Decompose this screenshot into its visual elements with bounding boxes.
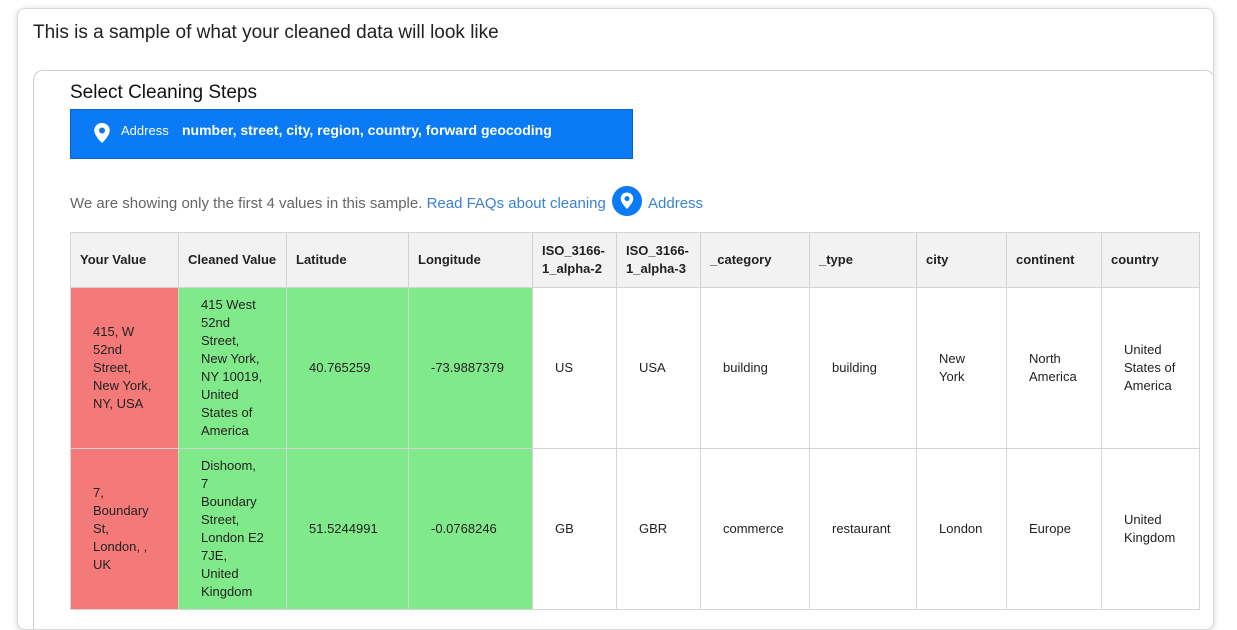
- table-cell: 40.765259: [286, 287, 409, 449]
- column-header: _type: [809, 232, 917, 288]
- table-cell: London: [916, 448, 1007, 610]
- original-value-cell: 7, Boundary St, London, , UK: [70, 448, 179, 610]
- column-header: _category: [700, 232, 810, 288]
- column-header: Longitude: [408, 232, 533, 288]
- column-header: Cleaned Value: [178, 232, 287, 288]
- column-header: country: [1101, 232, 1200, 288]
- cleaning-steps-title: Select Cleaning Steps: [70, 82, 257, 103]
- map-pin-icon: [94, 123, 110, 143]
- cleaned-value-cell: Dishoom, 7 Boundary Street, London E2 7J…: [178, 448, 287, 610]
- table-cell: United States of America: [1101, 287, 1200, 449]
- table-cell: United Kingdom: [1101, 448, 1200, 610]
- table-cell: -73.9887379: [408, 287, 533, 449]
- table-cell: US: [532, 287, 617, 449]
- faq-link[interactable]: Read FAQs about cleaning: [427, 195, 606, 212]
- column-header: Your Value: [70, 232, 179, 288]
- table-cell: -0.0768246: [408, 448, 533, 610]
- sample-table: Your Value Cleaned Value Latitude Longit…: [70, 232, 1200, 610]
- original-value-cell: 415, W 52nd Street, New York, NY, USA: [70, 287, 179, 449]
- table-cell: USA: [616, 287, 701, 449]
- table-cell: 51.5244991: [286, 448, 409, 610]
- table-header-row: Your Value Cleaned Value Latitude Longit…: [70, 232, 1200, 288]
- table-cell: Europe: [1006, 448, 1102, 610]
- table-cell: GBR: [616, 448, 701, 610]
- table-cell: building: [809, 287, 917, 449]
- step-description: number, street, city, region, country, f…: [182, 122, 552, 138]
- map-pin-icon: [612, 186, 643, 216]
- sample-card: This is a sample of what your cleaned da…: [17, 8, 1214, 630]
- step-address-option[interactable]: Address number, street, city, region, co…: [70, 109, 633, 159]
- cleaned-value-cell: 415 West 52nd Street, New York, NY 10019…: [178, 287, 287, 449]
- sample-info-text: We are showing only the first 4 values i…: [70, 194, 427, 212]
- table-row: 7, Boundary St, London, , UK Dishoom, 7 …: [70, 448, 1200, 610]
- table-cell: restaurant: [809, 448, 917, 610]
- table-cell: North America: [1006, 287, 1102, 449]
- column-header: Latitude: [286, 232, 409, 288]
- sample-info: We are showing only the first 4 values i…: [70, 186, 703, 219]
- column-header: city: [916, 232, 1007, 288]
- faq-address-link[interactable]: Address: [648, 195, 703, 212]
- step-label: Address: [121, 123, 169, 138]
- table-cell: commerce: [700, 448, 810, 610]
- table-cell: building: [700, 287, 810, 449]
- table-row: 415, W 52nd Street, New York, NY, USA 41…: [70, 287, 1200, 449]
- cleaning-steps-panel: Select Cleaning Steps Address number, st…: [33, 70, 1213, 629]
- table-cell: New York: [916, 287, 1007, 449]
- column-header: ISO_3166-1_alpha-3: [616, 232, 701, 288]
- table-cell: GB: [532, 448, 617, 610]
- sample-title: This is a sample of what your cleaned da…: [33, 22, 499, 43]
- column-header: ISO_3166-1_alpha-2: [532, 232, 617, 288]
- column-header: continent: [1006, 232, 1102, 288]
